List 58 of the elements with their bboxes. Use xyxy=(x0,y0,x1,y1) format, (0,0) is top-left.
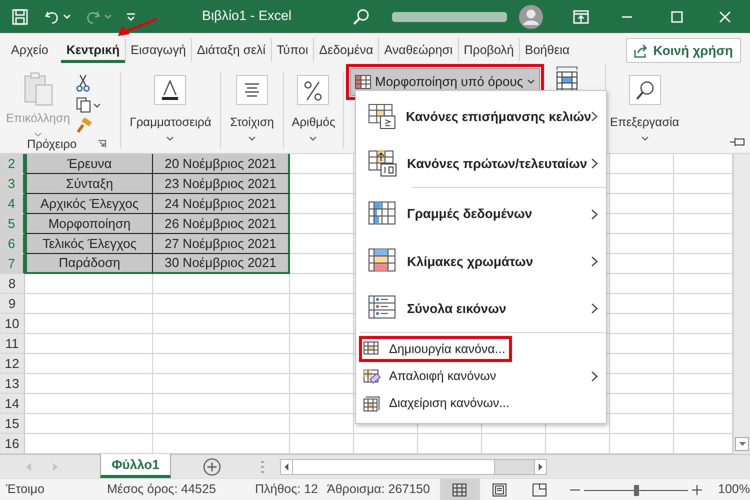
ribbon-group-button[interactable]: Αριθμός xyxy=(292,72,336,141)
annotation-frame: Δημιουργία κανόνα... xyxy=(359,336,512,362)
row-header[interactable]: 3 xyxy=(0,174,25,194)
table-cell: Αρχικός Έλεγχος xyxy=(25,194,153,214)
table-cell: 24 Νοέμβριος 2021 xyxy=(153,194,290,214)
row-header[interactable]: 15 xyxy=(0,414,25,434)
sum-text: Άθροισμα: 267150 xyxy=(327,481,431,498)
row-header[interactable]: 11 xyxy=(0,334,25,354)
status-text: Έτοιμο xyxy=(6,481,46,498)
ribbon-tab[interactable]: Διάταξη σελί xyxy=(190,38,271,63)
menu-item[interactable]: Δημιουργία κανόνα... xyxy=(356,332,606,363)
ribbon-tab[interactable]: Αναθεώρησι xyxy=(378,38,458,63)
paste-label: Επικόλληση xyxy=(6,110,70,127)
ribbon-group-button[interactable]: Επεξεργασία xyxy=(610,72,680,141)
row-header[interactable]: 16 xyxy=(0,434,25,454)
table-cell: 27 Νοέμβριος 2021 xyxy=(153,234,290,254)
row-header[interactable]: 4 xyxy=(0,194,25,214)
table-cell: Τελικός Έλεγχος xyxy=(25,234,153,254)
row-header[interactable]: 6 xyxy=(0,234,25,254)
ribbon-tab[interactable]: Βοήθεια xyxy=(518,38,575,63)
row-header[interactable]: 12 xyxy=(0,354,25,374)
row-header[interactable]: 7 xyxy=(0,254,25,274)
menu-item[interactable]: Διαχείριση κανόνων... xyxy=(356,390,606,417)
table-cell: Μορφοποίηση xyxy=(25,214,153,234)
menu-item[interactable]: Κλίμακες χρωμάτων xyxy=(356,238,606,285)
ribbon-tab[interactable]: Κεντρική xyxy=(61,38,125,63)
row-header[interactable]: 13 xyxy=(0,374,25,394)
table-cell: Παράδοση xyxy=(25,254,153,274)
ribbon-tab[interactable]: Εισαγωγή xyxy=(124,38,191,63)
row-header[interactable]: 14 xyxy=(0,394,25,414)
table-cell: Σύνταξη xyxy=(25,174,153,194)
table-cell: 26 Νοέμβριος 2021 xyxy=(153,214,290,234)
table-cell: 23 Νοέμβριος 2021 xyxy=(153,174,290,194)
sheet-tab[interactable]: Φύλλο1 xyxy=(100,454,171,478)
table-cell: 30 Νοέμβριος 2021 xyxy=(153,254,290,274)
window-title: Βιβλίο1 - Excel xyxy=(202,7,293,26)
share-button[interactable]: Κοινή χρήση xyxy=(626,38,741,64)
ribbon-tab[interactable]: Τύποι xyxy=(270,38,314,63)
menu-item[interactable]: Κανόνες πρώτων/τελευταίων xyxy=(356,140,606,187)
ribbon-tab[interactable]: Δεδομένα xyxy=(313,38,378,63)
ribbon-group-button[interactable]: Γραμματοσειρά xyxy=(130,72,212,141)
ribbon-tab[interactable]: Αρχείο xyxy=(6,38,54,63)
zoom-level-text: 100% xyxy=(718,481,750,498)
row-header[interactable]: 5 xyxy=(0,214,25,234)
row-header[interactable]: 8 xyxy=(0,274,25,294)
count-text: Πλήθος: 12 xyxy=(255,481,320,498)
group-label: Πρόχειρο xyxy=(27,136,77,153)
menu-item[interactable]: Απαλοιφή κανόνων xyxy=(356,363,606,390)
table-cell: Έρευνα xyxy=(25,154,153,174)
menu-item[interactable]: Κανόνες επισήμανσης κελιών xyxy=(356,93,606,140)
row-header[interactable]: 2 xyxy=(0,154,25,174)
ribbon-tab[interactable]: Προβολή xyxy=(458,38,519,63)
ribbon-group-button[interactable]: Στοίχιση xyxy=(230,72,274,141)
row-header[interactable]: 10 xyxy=(0,314,25,334)
row-header[interactable]: 9 xyxy=(0,294,25,314)
table-cell: 20 Νοέμβριος 2021 xyxy=(153,154,290,174)
menu-item[interactable]: Σύνολα εικόνων xyxy=(356,285,606,332)
average-text: Μέσος όρος: 44525 xyxy=(107,481,217,498)
